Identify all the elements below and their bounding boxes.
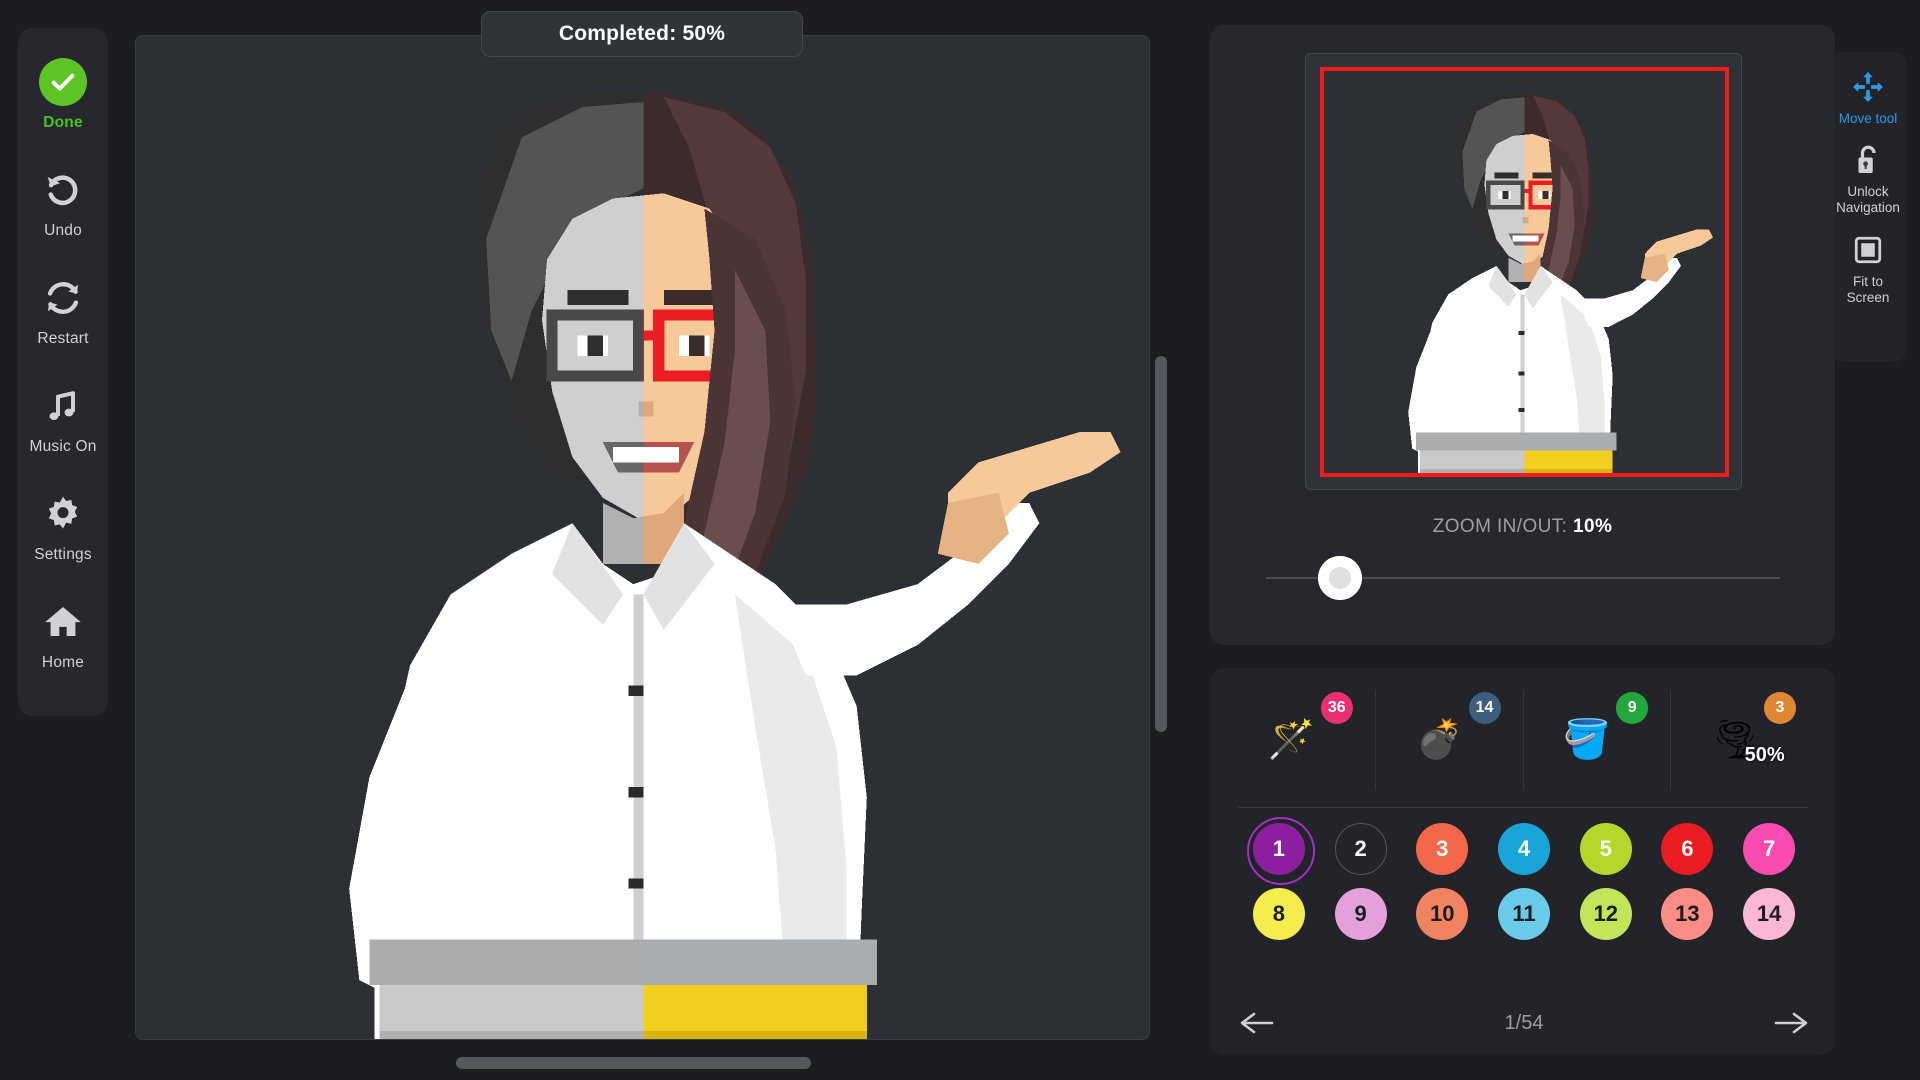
sidebar-item-label: Home — [41, 654, 85, 671]
powerup-count-badge: 3 — [1764, 692, 1796, 724]
color-swatch-cell: 14 — [1728, 888, 1810, 940]
sidebar-item-label: Music On — [29, 438, 97, 455]
minimap-viewport-rect[interactable] — [1320, 67, 1729, 477]
color-swatch-cell: 12 — [1565, 888, 1647, 940]
color-swatch-cell: 9 — [1320, 888, 1402, 940]
color-swatch-cell: 10 — [1401, 888, 1483, 940]
color-swatch-2[interactable]: 2 — [1334, 823, 1387, 875]
sidebar-item-label: Undo — [44, 222, 82, 239]
unlock-padlock-icon — [1853, 139, 1883, 181]
next-page-button[interactable] — [1770, 1010, 1810, 1036]
powerup-count-badge: 36 — [1320, 692, 1353, 724]
zoom-slider-handle[interactable] — [1318, 556, 1362, 600]
bomb-icon: 💣 — [1415, 719, 1463, 761]
palette-pager: 1/54 — [1238, 1001, 1810, 1045]
zoom-prefix: ZOOM IN/OUT: — [1432, 516, 1574, 537]
color-swatch-9[interactable]: 9 — [1334, 888, 1387, 940]
color-swatch-cell: 5 — [1565, 823, 1647, 875]
sidebar-item-done[interactable]: Done — [18, 56, 108, 164]
pixel-artwork[interactable] — [136, 36, 1149, 1039]
coloring-canvas[interactable] — [135, 35, 1150, 1040]
paint-bucket-icon: 🪣 — [1563, 719, 1611, 761]
color-swatch-cell: 6 — [1647, 823, 1729, 875]
magic-wand-icon: 🪄 — [1267, 719, 1316, 761]
color-swatch-6[interactable]: 6 — [1661, 823, 1714, 875]
music-note-icon — [43, 380, 83, 432]
powerup-paint-bucket[interactable]: 🪣 9 — [1522, 690, 1671, 790]
progress-badge: Completed: 50% — [481, 11, 803, 57]
sidebar-item-home[interactable]: Home — [18, 596, 108, 704]
canvas-vertical-scrollbar[interactable] — [1155, 356, 1167, 732]
color-swatch-13[interactable]: 13 — [1661, 888, 1714, 940]
color-swatch-cell: 3 — [1401, 823, 1483, 875]
left-sidebar: Done Undo Restart Music On Settings Home — [18, 28, 108, 716]
pixel-coloring-game-screen: Done Undo Restart Music On Settings Home… — [0, 0, 1920, 1080]
color-swatch-cell: 13 — [1647, 888, 1729, 940]
color-swatch-10[interactable]: 10 — [1416, 888, 1469, 940]
right-tool-rail: Move tool Unlock Navigation Fit to Scree… — [1830, 52, 1906, 362]
tool-label: Unlock Navigation — [1836, 184, 1900, 216]
powerup-tornado[interactable]: 🌪 50% 3 — [1670, 690, 1818, 790]
color-swatch-3[interactable]: 3 — [1416, 823, 1469, 875]
prev-page-button[interactable] — [1238, 1010, 1278, 1036]
tool-move[interactable]: Move tool — [1830, 66, 1906, 127]
sidebar-item-label: Done — [43, 114, 83, 131]
sidebar-item-settings[interactable]: Settings — [18, 488, 108, 596]
powerup-bomb[interactable]: 💣 14 — [1374, 690, 1523, 790]
canvas-horizontal-scrollbar[interactable] — [456, 1057, 811, 1069]
zoom-level-label: ZOOM IN/OUT: 10% — [1210, 516, 1835, 538]
sidebar-item-label: Settings — [34, 546, 92, 563]
color-swatch-12[interactable]: 12 — [1579, 888, 1632, 940]
color-swatch-cell: 11 — [1483, 888, 1565, 940]
sidebar-item-restart[interactable]: Restart — [18, 272, 108, 380]
tool-label: Fit to Screen — [1846, 273, 1890, 305]
palette-divider — [1238, 807, 1808, 808]
tool-unlock-navigation[interactable]: Unlock Navigation — [1830, 139, 1906, 216]
color-swatch-7[interactable]: 7 — [1743, 823, 1796, 875]
sidebar-item-label: Restart — [37, 330, 89, 347]
move-arrows-icon — [1851, 66, 1885, 108]
color-swatch-cell: 7 — [1728, 823, 1810, 875]
zoom-value: 10% — [1573, 516, 1613, 537]
powerup-count-badge: 14 — [1468, 692, 1501, 724]
color-swatch-cell: 2 — [1320, 823, 1402, 875]
restart-icon — [42, 272, 84, 324]
powerup-percent-overlay: 50% — [1744, 744, 1785, 766]
check-circle-icon — [39, 56, 87, 108]
tool-label: Move tool — [1838, 111, 1898, 126]
powerup-count-badge: 9 — [1616, 692, 1649, 724]
color-swatch-cell: 8 — [1238, 888, 1320, 940]
zoom-slider-handle-inner — [1329, 567, 1351, 589]
color-swatch-11[interactable]: 11 — [1497, 888, 1550, 940]
color-swatch-cell: 1 — [1238, 817, 1320, 885]
color-swatch-5[interactable]: 5 — [1579, 823, 1632, 875]
gear-icon — [43, 488, 83, 540]
color-swatch-1[interactable]: 1 — [1246, 817, 1315, 885]
undo-arrow-icon — [42, 164, 84, 216]
page-indicator: 1/54 — [1504, 1011, 1544, 1034]
sidebar-item-undo[interactable]: Undo — [18, 164, 108, 272]
color-swatch-cell: 4 — [1483, 823, 1565, 875]
color-swatch-4[interactable]: 4 — [1497, 823, 1550, 875]
tool-fit-to-screen[interactable]: Fit to Screen — [1830, 229, 1906, 306]
home-icon — [42, 596, 84, 648]
minimap-frame[interactable] — [1305, 53, 1742, 490]
color-swatch-8[interactable]: 8 — [1252, 888, 1305, 940]
powerup-bar: 🪄 36 💣 14 🪣 9 🌪 50% 3 — [1228, 690, 1818, 790]
sidebar-item-music[interactable]: Music On — [18, 380, 108, 488]
color-swatch-14[interactable]: 14 — [1743, 888, 1796, 940]
fit-to-screen-icon — [1853, 229, 1883, 271]
powerup-magic-wand[interactable]: 🪄 36 — [1228, 690, 1375, 790]
color-palette: 1 2 3 4 5 6 7 8 9 10 11 12 13 14 — [1238, 817, 1810, 940]
